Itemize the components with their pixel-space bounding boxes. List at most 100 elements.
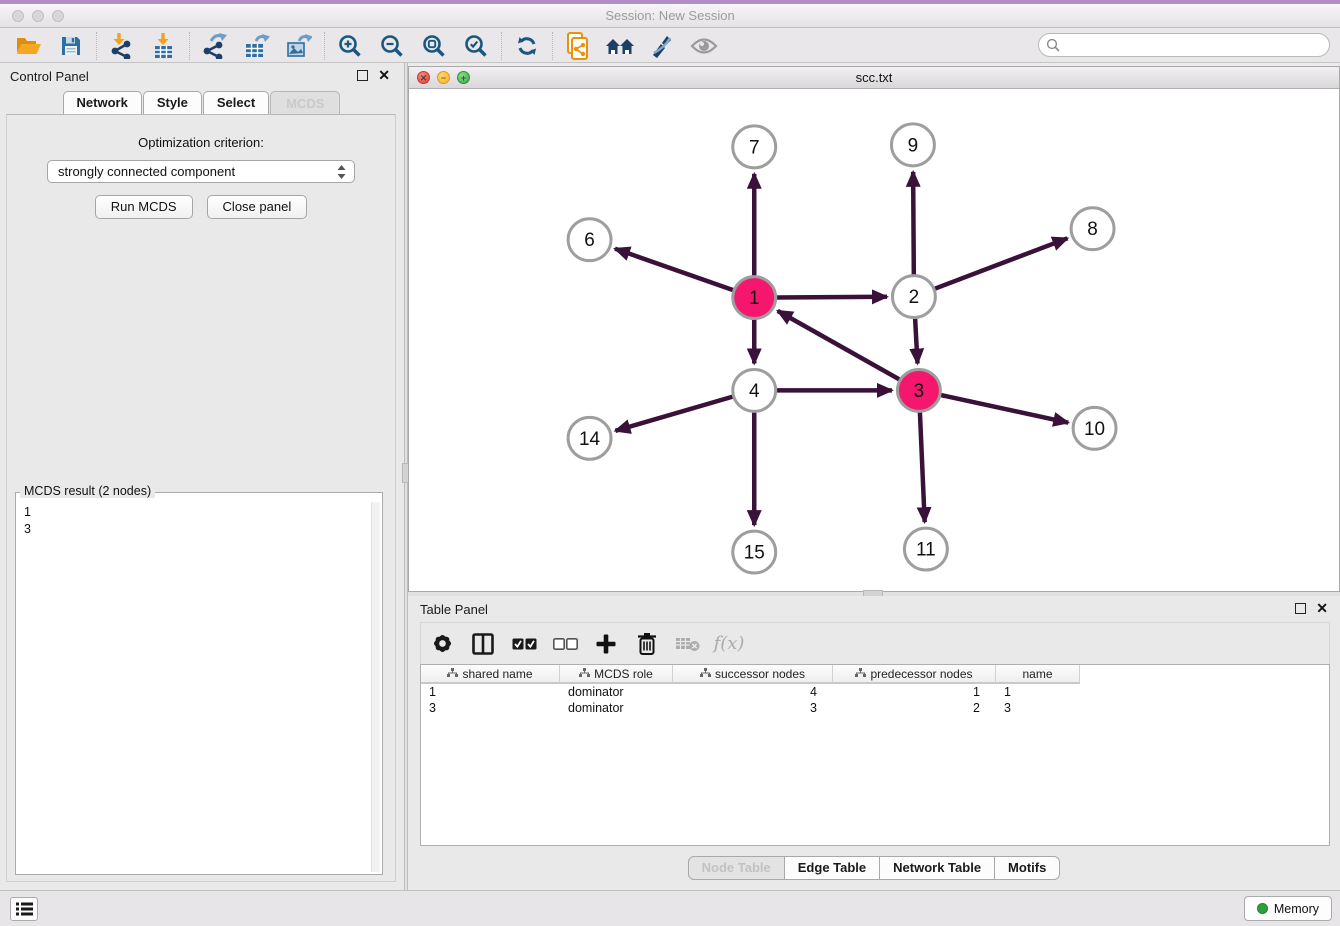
edge-3-1[interactable] [778,311,900,380]
column-header-name[interactable]: name [996,665,1080,684]
memory-button[interactable]: Memory [1244,896,1332,921]
svg-text:15: 15 [744,543,765,564]
search-field[interactable] [1038,33,1330,57]
task-history-button[interactable] [10,897,38,921]
search-input[interactable] [1038,33,1330,57]
toolbar-separator [324,32,325,60]
export-image-icon[interactable] [278,31,320,61]
add-icon[interactable] [593,631,619,657]
svg-text:9: 9 [908,135,919,156]
toolbar-separator [501,32,502,60]
delete-table-icon [675,631,701,657]
eye-icon[interactable] [683,31,725,61]
network-canvas[interactable]: 7 9 6 8 1 2 4 3 14 10 15 11 [409,89,1339,591]
tab-edge-table[interactable]: Edge Table [784,856,880,880]
close-panel-icon[interactable]: ✕ [378,68,390,82]
zoom-fit-icon[interactable] [413,31,455,61]
cell-name[interactable]: 1 [996,684,1080,700]
node-2[interactable]: 2 [892,276,935,318]
deselect-all-icon[interactable] [552,631,578,657]
import-network-icon[interactable] [101,31,143,61]
node-4[interactable]: 4 [733,369,776,411]
tab-motifs[interactable]: Motifs [994,856,1060,880]
close-panel-button[interactable]: Close panel [207,195,308,219]
edge-1-6[interactable] [615,249,733,291]
table-row[interactable]: 3dominator323 [421,700,1329,716]
search-icon [1046,38,1060,57]
cell-MCDS-role[interactable]: dominator [560,700,673,716]
edge-2-3[interactable] [915,319,917,364]
node-6[interactable]: 6 [568,219,611,261]
edge-2-9[interactable] [913,172,914,275]
export-network-icon[interactable] [194,31,236,61]
node-3[interactable]: 3 [897,369,940,411]
save-icon[interactable] [50,31,92,61]
zoom-out-icon[interactable] [371,31,413,61]
edge-3-10[interactable] [940,395,1068,423]
tab-mcds[interactable]: MCDS [270,91,340,116]
edge-2-8[interactable] [934,238,1067,288]
zoom-selected-icon[interactable] [455,31,497,61]
float-panel-icon[interactable] [357,70,368,81]
column-header-predecessor-nodes[interactable]: predecessor nodes [833,665,996,684]
tab-select[interactable]: Select [203,91,269,116]
node-11[interactable]: 11 [904,528,947,570]
network-view-title: scc.txt [409,70,1339,85]
cell-successor-nodes[interactable]: 3 [673,700,833,716]
column-header-successor-nodes[interactable]: successor nodes [673,665,833,684]
column-header-MCDS-role[interactable]: MCDS role [560,665,673,684]
tab-style[interactable]: Style [143,91,202,116]
close-table-panel-icon[interactable]: ✕ [1316,601,1328,615]
run-mcds-button[interactable]: Run MCDS [95,195,193,219]
gear-icon[interactable] [429,631,455,657]
open-folder-icon[interactable] [8,31,50,61]
node-1[interactable]: 1 [733,277,776,319]
network-file-icon[interactable] [557,31,599,61]
result-scrollbar[interactable] [371,502,380,872]
cell-successor-nodes[interactable]: 4 [673,684,833,700]
mcds-panel: Optimization criterion: strongly connect… [6,114,396,882]
split-columns-icon[interactable] [470,631,496,657]
chevron-updown-icon [336,164,347,183]
trash-icon[interactable] [634,631,660,657]
node-9[interactable]: 9 [891,124,934,166]
tab-network-table[interactable]: Network Table [879,856,995,880]
import-table-icon[interactable] [143,31,185,61]
edge-1-2[interactable] [776,297,887,298]
edge-3-11[interactable] [920,412,925,522]
memory-status-icon [1257,903,1268,914]
network-window-titlebar[interactable]: ✕ − + scc.txt [409,67,1339,89]
cell-MCDS-role[interactable]: dominator [560,684,673,700]
edge-4-14[interactable] [615,396,733,430]
control-panel-title: Control Panel [10,69,89,84]
cell-name[interactable]: 3 [996,700,1080,716]
criterion-dropdown[interactable]: strongly connected component [47,160,355,183]
node-table[interactable]: shared nameMCDS rolesuccessor nodesprede… [420,664,1330,846]
mcds-result-title: MCDS result (2 nodes) [20,484,155,498]
cell-predecessor-nodes[interactable]: 1 [833,684,996,700]
float-table-panel-icon[interactable] [1295,603,1306,614]
cell-shared-name[interactable]: 1 [421,684,560,700]
svg-text:7: 7 [749,137,760,158]
control-panel-tabs: NetworkStyleSelectMCDS [0,91,404,116]
table-row[interactable]: 1dominator411 [421,684,1329,700]
cell-predecessor-nodes[interactable]: 2 [833,700,996,716]
hierarchy-icon [855,667,866,681]
mcds-result-list[interactable]: 13 [18,502,370,872]
node-15[interactable]: 15 [733,531,776,573]
node-7[interactable]: 7 [733,126,776,168]
select-all-icon[interactable] [511,631,537,657]
node-10[interactable]: 10 [1073,407,1116,449]
cell-shared-name[interactable]: 3 [421,700,560,716]
paint-icon[interactable] [641,31,683,61]
tab-node-table[interactable]: Node Table [688,856,785,880]
network-view-window: ✕ − + scc.txt 7 9 6 8 1 2 4 3 14 10 15 11 [408,66,1340,592]
zoom-in-icon[interactable] [329,31,371,61]
column-header-shared-name[interactable]: shared name [421,665,560,684]
node-14[interactable]: 14 [568,417,611,459]
refresh-icon[interactable] [506,31,548,61]
homes-icon[interactable] [599,31,641,61]
tab-network[interactable]: Network [63,91,142,116]
export-table-icon[interactable] [236,31,278,61]
node-8[interactable]: 8 [1071,208,1114,250]
